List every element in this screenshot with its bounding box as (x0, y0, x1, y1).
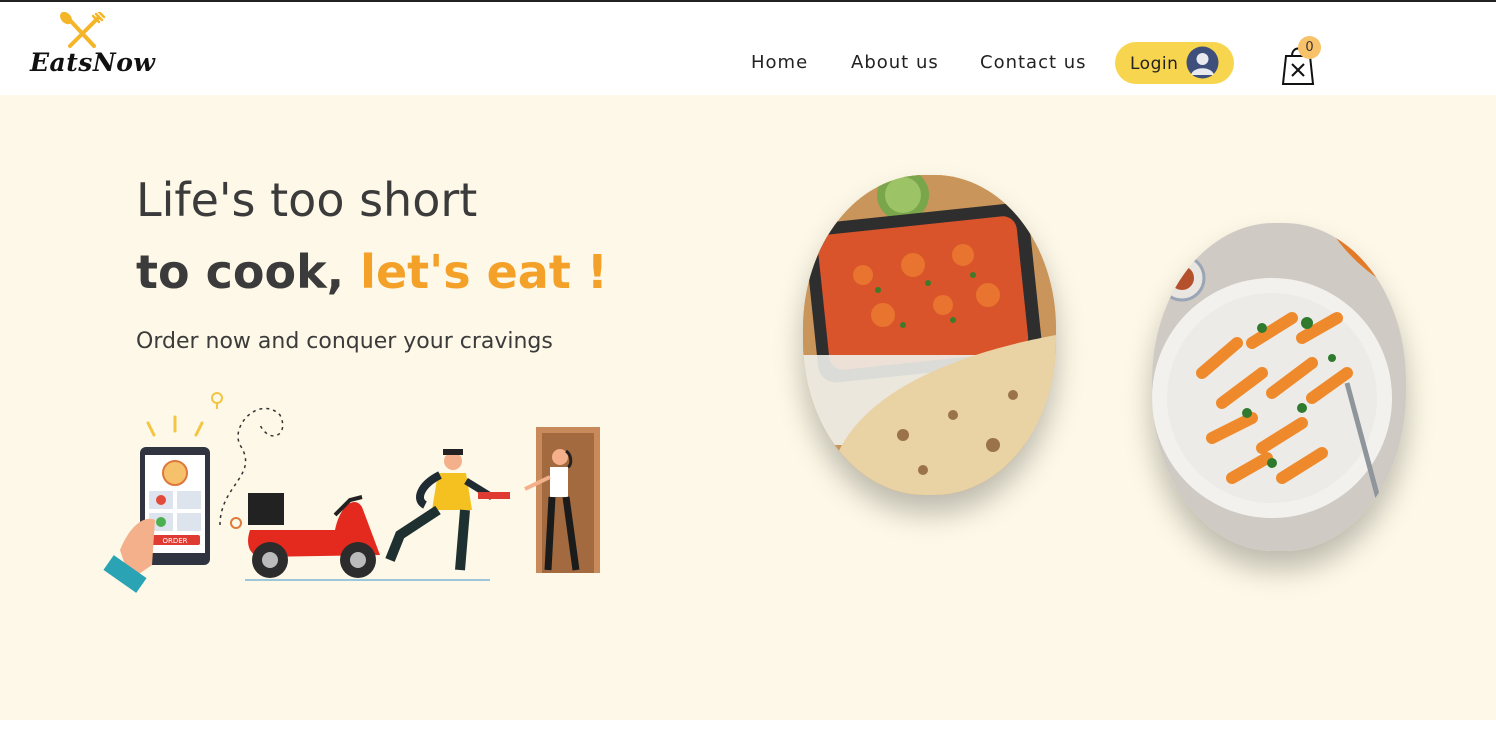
bottom-strip (0, 720, 1496, 752)
hero-section: Life's too short to cook, let's eat ! Or… (0, 95, 1496, 720)
fork-spoon-cross-icon (60, 12, 106, 48)
nav-home[interactable]: Home (751, 52, 808, 73)
nav-about-us[interactable]: About us (851, 52, 939, 73)
door-customer-icon (524, 427, 600, 573)
brand-logo[interactable]: EatsNow (30, 12, 155, 82)
food-image-penne-pasta (1152, 223, 1406, 551)
delivery-illustration: ORDER (103, 392, 600, 593)
paneer-naan-photo (803, 175, 1056, 495)
hero-headline-prefix: to cook, (136, 245, 361, 299)
food-image-paneer-naan (803, 175, 1056, 495)
penne-pasta-photo (1152, 223, 1406, 551)
hero-headline-accent: let's eat ! (360, 245, 608, 299)
brand-name: EatsNow (30, 48, 156, 77)
courier-icon (385, 449, 510, 571)
cart-count-badge: 0 (1298, 36, 1321, 59)
login-label: Login (1130, 54, 1179, 74)
site-header: EatsNow Home About us Contact us Login 0 (0, 2, 1496, 95)
phone-order-icon: ORDER (103, 415, 210, 593)
nav-contact-us[interactable]: Contact us (980, 52, 1087, 73)
cart-button[interactable]: 0 (1280, 36, 1324, 86)
hero-subheadline: Order now and conquer your cravings (136, 329, 553, 354)
hero-headline-line1: Life's too short (136, 173, 478, 227)
login-button[interactable]: Login (1115, 42, 1234, 84)
illustration-order-label: ORDER (162, 537, 187, 545)
hero-headline-line2: to cook, let's eat ! (136, 245, 608, 299)
user-avatar-icon (1186, 46, 1219, 79)
